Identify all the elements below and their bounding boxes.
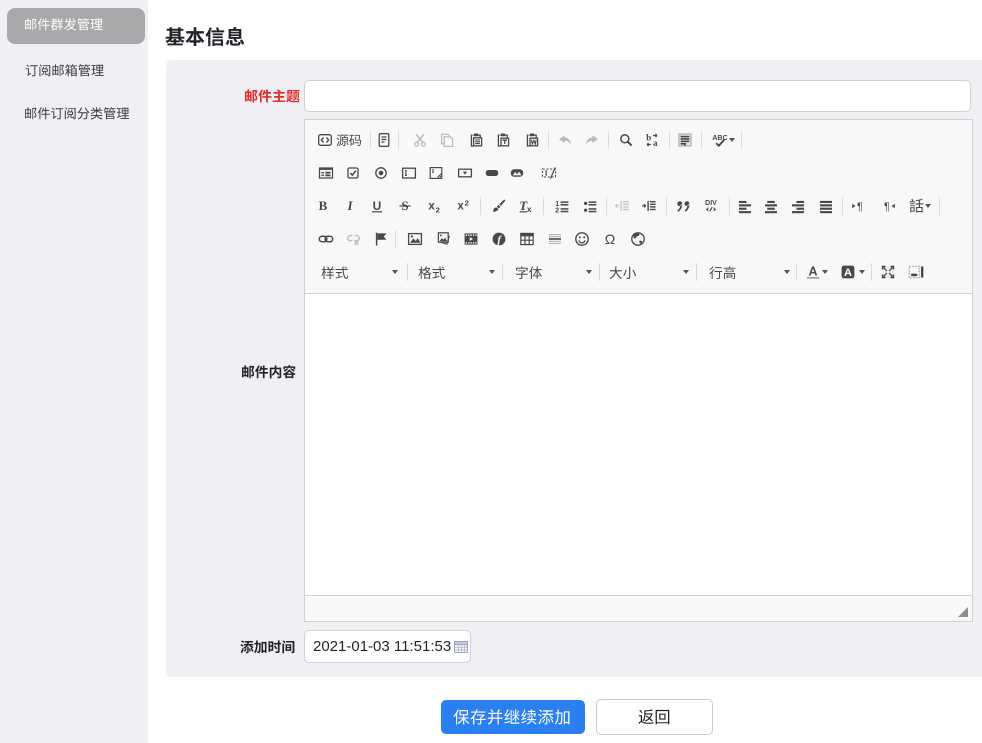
svg-text:x: x: [457, 201, 464, 213]
svg-text:B: B: [319, 198, 328, 213]
svg-text:¶: ¶: [857, 201, 863, 213]
svg-text:I: I: [346, 198, 353, 213]
svg-text:2: 2: [465, 199, 469, 208]
svg-text:A: A: [808, 265, 817, 279]
svg-text:a: a: [653, 138, 658, 148]
svg-text:x: x: [527, 204, 532, 214]
svg-text:b: b: [646, 133, 651, 143]
svg-text:DIV: DIV: [705, 200, 717, 207]
svg-text:A: A: [844, 267, 852, 279]
svg-text:Ω: Ω: [605, 231, 615, 247]
svg-text:¶: ¶: [884, 201, 890, 213]
svg-text:U: U: [373, 199, 382, 213]
svg-text:2: 2: [555, 208, 559, 214]
svg-text:x: x: [428, 201, 435, 213]
svg-text:2: 2: [436, 206, 440, 214]
